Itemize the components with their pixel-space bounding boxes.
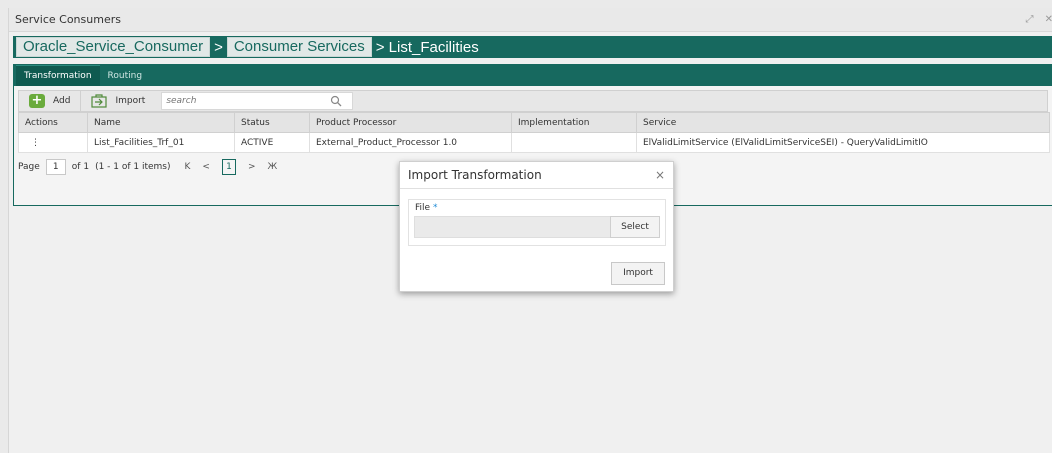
- import-toolbar-button[interactable]: Import: [81, 91, 155, 111]
- search-input[interactable]: [162, 96, 331, 106]
- select-file-button[interactable]: Select: [610, 216, 660, 238]
- col-product-processor: Product Processor: [309, 112, 512, 133]
- page-number-input[interactable]: 1: [45, 159, 66, 175]
- import-button[interactable]: Import: [611, 262, 665, 285]
- search-icon[interactable]: [330, 95, 342, 107]
- tab-transformation[interactable]: Transformation: [16, 65, 100, 86]
- file-label-text: File: [415, 203, 431, 213]
- page-label: Page: [18, 162, 40, 172]
- col-status: Status: [234, 112, 310, 133]
- first-page-icon[interactable]: K: [185, 162, 191, 172]
- breadcrumb-current: > List_Facilities: [375, 38, 479, 56]
- file-path-input[interactable]: [414, 216, 612, 238]
- tab-bar: Transformation Routing: [14, 64, 1052, 86]
- plus-icon: +: [29, 94, 45, 108]
- window-controls-icon[interactable]: ⤢ ✕: [1025, 14, 1052, 25]
- window-titlebar: Service Consumers: [9, 8, 1052, 32]
- row-name: List_Facilities_Trf_01: [87, 132, 235, 153]
- file-field-group: File * Select: [408, 199, 666, 246]
- breadcrumb-item-consumer-services[interactable]: Consumer Services: [226, 37, 372, 57]
- required-mark: *: [432, 203, 438, 213]
- items-count-label: (1 - 1 of 1 items): [95, 162, 171, 172]
- search-box: [161, 92, 354, 110]
- import-transformation-dialog: Import Transformation × File * Select Im…: [399, 161, 674, 292]
- row-service: ElValidLimitService (ElValidLimitService…: [636, 132, 1050, 153]
- add-button-label: Add: [53, 96, 71, 106]
- dialog-title: Import Transformation: [408, 168, 542, 182]
- page-of-label: of 1: [71, 162, 90, 172]
- add-button[interactable]: + Add: [19, 91, 82, 111]
- transformations-table: Actions Name Status Product Processor Im…: [18, 112, 1050, 153]
- current-page-button[interactable]: 1: [221, 159, 236, 175]
- window-title: Service Consumers: [15, 13, 121, 26]
- col-service: Service: [636, 112, 1050, 133]
- table-row[interactable]: ⋮ List_Facilities_Trf_01 ACTIVE External…: [18, 132, 1050, 153]
- tab-routing[interactable]: Routing: [100, 66, 151, 86]
- breadcrumb-separator: >: [214, 38, 223, 56]
- toolbar: + Add Import: [18, 90, 1048, 112]
- import-icon: [91, 94, 108, 108]
- next-page-icon[interactable]: >: [248, 162, 256, 172]
- close-icon[interactable]: ×: [655, 168, 665, 182]
- breadcrumb-item-service-consumer[interactable]: Oracle_Service_Consumer: [16, 37, 211, 57]
- table-header-row: Actions Name Status Product Processor Im…: [18, 112, 1050, 133]
- col-name: Name: [87, 112, 235, 133]
- last-page-icon[interactable]: Ж: [268, 162, 278, 172]
- col-implementation: Implementation: [511, 112, 637, 133]
- row-actions-menu-icon[interactable]: ⋮: [18, 132, 88, 153]
- row-product-processor: External_Product_Processor 1.0: [309, 132, 512, 153]
- row-status: ACTIVE: [234, 132, 310, 153]
- col-actions: Actions: [18, 112, 88, 133]
- prev-page-icon[interactable]: <: [202, 162, 210, 172]
- file-field-label: File *: [415, 203, 437, 213]
- dialog-header: Import Transformation ×: [400, 162, 673, 189]
- breadcrumb: Oracle_Service_Consumer > Consumer Servi…: [13, 36, 1052, 58]
- row-implementation: [511, 132, 637, 153]
- import-toolbar-label: Import: [115, 96, 146, 106]
